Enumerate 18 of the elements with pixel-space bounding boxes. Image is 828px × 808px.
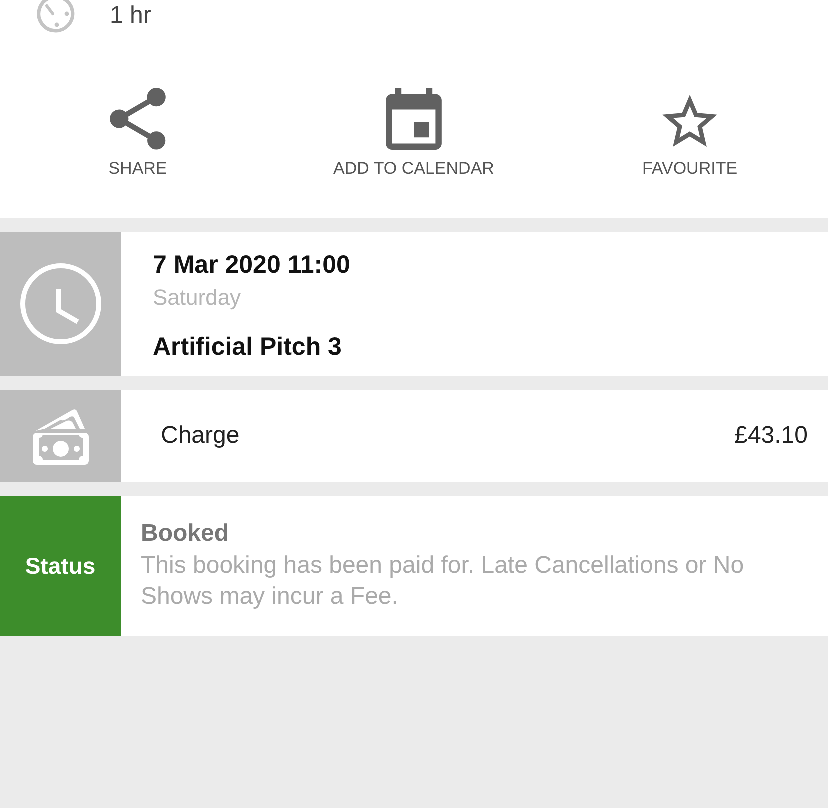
booking-date-time: 7 Mar 2020 11:00 xyxy=(153,250,350,280)
calendar-icon xyxy=(384,88,443,150)
timer-icon xyxy=(36,0,76,34)
charge-amount: £43.10 xyxy=(734,422,808,450)
banknotes-icon xyxy=(32,408,88,464)
status-label: Status xyxy=(0,496,121,636)
booking-resource: Artificial Pitch 3 xyxy=(153,332,343,362)
add-to-calendar-button[interactable]: ADD TO CALENDAR xyxy=(330,86,498,182)
status-value: Booked xyxy=(141,519,230,549)
favourite-button[interactable]: FAVOURITE xyxy=(638,86,742,182)
charge-label: Charge xyxy=(161,422,240,450)
share-button[interactable]: SHARE xyxy=(104,86,172,182)
star-icon xyxy=(661,95,719,147)
booking-weekday: Saturday xyxy=(153,284,242,312)
clock-icon xyxy=(20,263,102,345)
share-icon xyxy=(110,88,166,150)
status-message: This booking has been paid for. Late Cancellations or No Shows may incur a Fee. xyxy=(141,551,746,612)
duration-text: 1 hr xyxy=(110,1,152,31)
